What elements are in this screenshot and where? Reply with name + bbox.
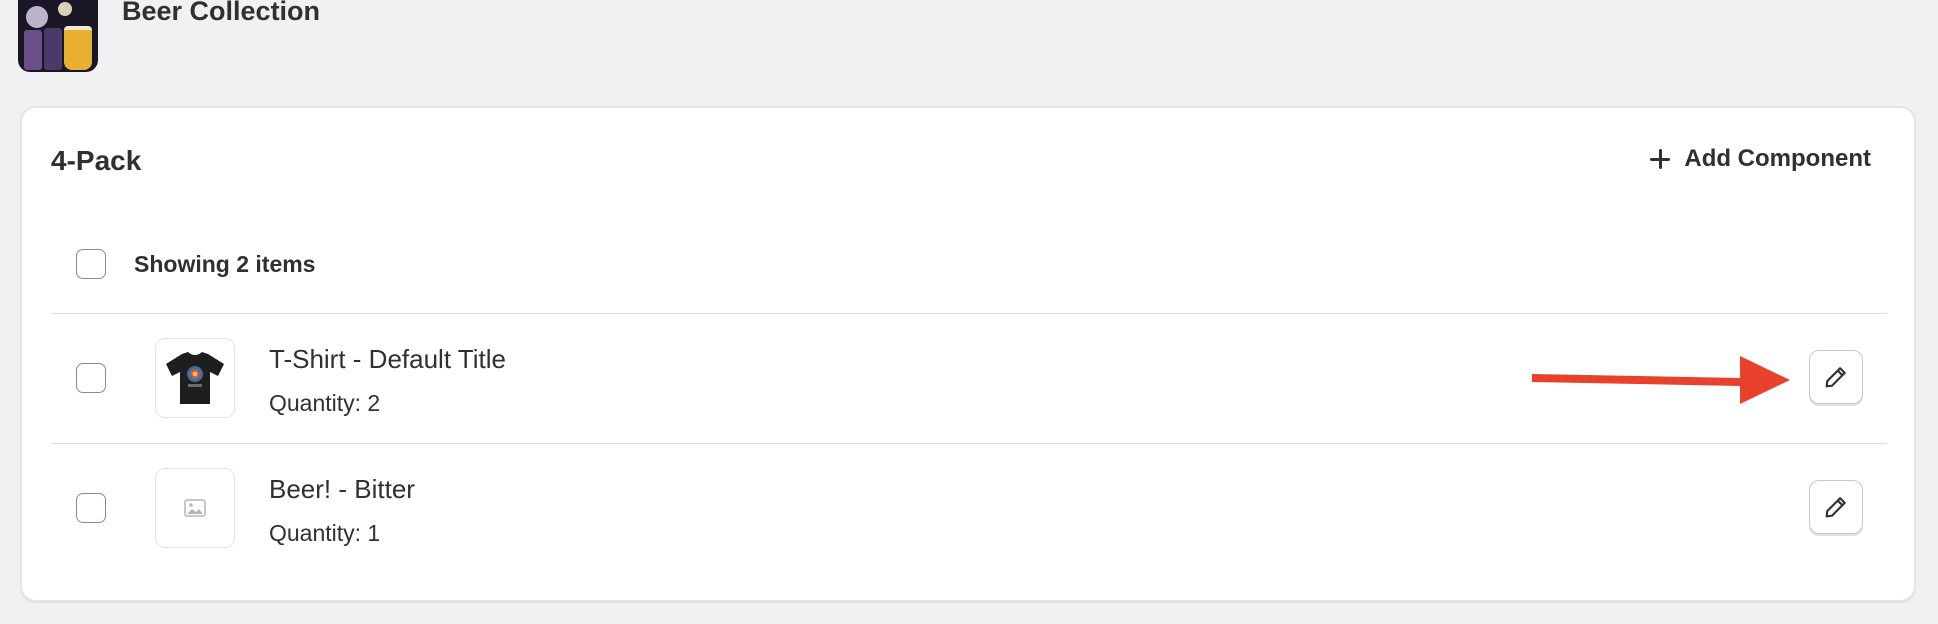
add-component-button[interactable]: Add Component: [1650, 145, 1871, 173]
item-quantity: Quantity: 2: [269, 390, 381, 416]
collection-header: Beer Collection: [18, 0, 320, 72]
select-all-checkbox[interactable]: [76, 249, 106, 279]
add-component-label: Add Component: [1684, 145, 1871, 172]
image-placeholder-icon: [184, 499, 206, 517]
collection-title: Beer Collection: [122, 0, 321, 26]
item-title: Beer! - Bitter: [269, 474, 415, 504]
item-checkbox[interactable]: [76, 493, 106, 523]
plus-icon: [1650, 149, 1671, 169]
select-all-row: Showing 2 items: [76, 249, 315, 279]
item-title: T-Shirt - Default Title: [269, 344, 506, 374]
edit-button[interactable]: [1809, 350, 1863, 404]
annotation-arrow: [1532, 356, 1790, 404]
item-thumbnail: [155, 468, 235, 548]
t-shirt-image: [166, 352, 224, 404]
pencil-icon: [1825, 497, 1846, 518]
edit-button[interactable]: [1809, 480, 1863, 534]
item-thumbnail: [155, 338, 235, 418]
select-all-label: Showing 2 items: [134, 250, 316, 277]
card-title: 4-Pack: [51, 145, 142, 176]
pencil-icon: [1825, 367, 1846, 388]
collection-image: [18, 0, 98, 72]
item-quantity: Quantity: 1: [269, 520, 381, 546]
item-checkbox[interactable]: [76, 363, 106, 393]
list-item: Beer! - Bitter Quantity: 1: [51, 444, 1887, 572]
